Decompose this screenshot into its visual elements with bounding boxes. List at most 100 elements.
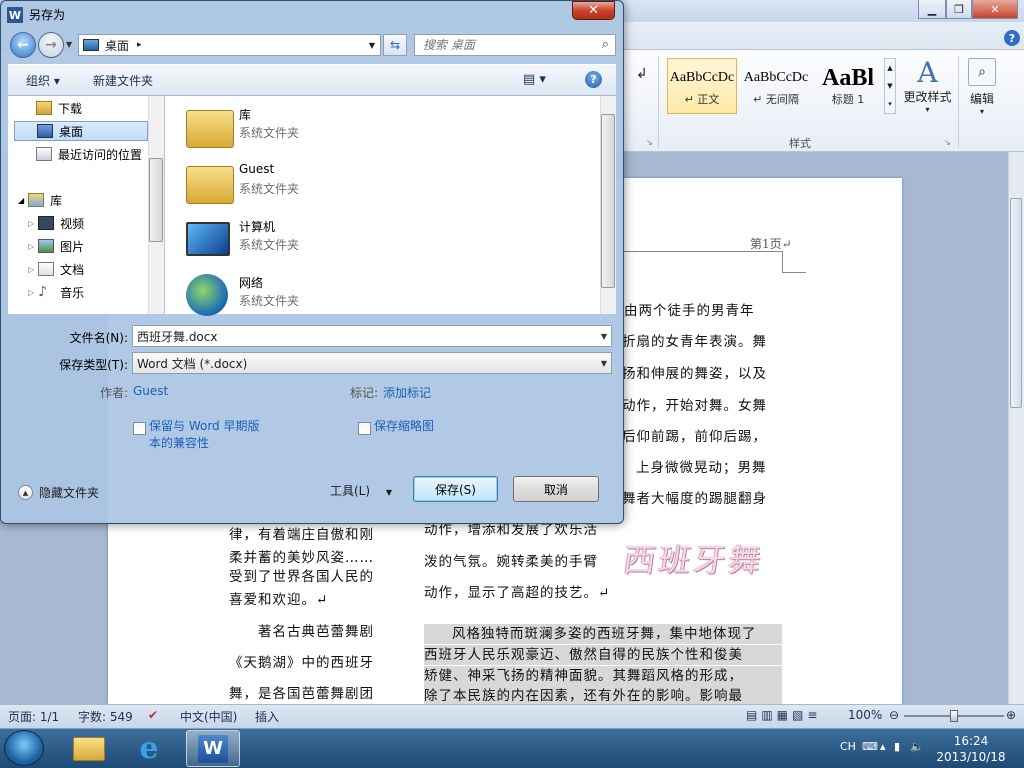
styles-scroll[interactable]: ▲ ▼ ▾ bbox=[884, 58, 896, 114]
start-button[interactable] bbox=[4, 730, 44, 766]
help-icon[interactable]: ? bbox=[1004, 30, 1020, 46]
file-item-network[interactable]: 网络 系统文件夹 bbox=[186, 272, 486, 320]
zoom-slider-knob[interactable] bbox=[950, 710, 958, 722]
collapsed-arrow-icon[interactable]: ▷ bbox=[28, 288, 34, 297]
network-tray-icon[interactable]: ▮ bbox=[894, 740, 900, 753]
minimize-button[interactable]: ▁ bbox=[918, 0, 946, 19]
file-item-library[interactable]: 库 系统文件夹 bbox=[186, 104, 486, 152]
clock[interactable]: 16:24 2013/10/18 bbox=[926, 733, 1016, 765]
nav-item-recent[interactable]: 最近访问的位置 bbox=[14, 144, 148, 164]
search-icon[interactable]: ⌕ bbox=[602, 37, 609, 52]
cancel-button[interactable]: 取消 bbox=[513, 476, 599, 502]
help-button[interactable]: ? bbox=[585, 71, 602, 88]
filetype-select[interactable]: Word 文档 (*.docx) ▼ bbox=[132, 352, 612, 374]
forward-button[interactable]: → bbox=[38, 32, 64, 58]
zoom-in-icon[interactable]: ⊕ bbox=[1006, 708, 1016, 722]
expanded-arrow-icon[interactable]: ◢ bbox=[18, 196, 24, 205]
maximize-button[interactable]: ❐ bbox=[946, 0, 972, 19]
zoom-out-icon[interactable]: ⊖ bbox=[889, 708, 899, 722]
paragraph-mark-icon[interactable]: ↲ bbox=[636, 66, 648, 82]
ribbon-separator bbox=[658, 56, 659, 148]
compat-checkbox-label[interactable]: 保留与 Word 早期版 本的兼容性 bbox=[149, 418, 259, 452]
nav-item-downloads[interactable]: 下载 bbox=[14, 98, 148, 118]
collapsed-arrow-icon[interactable]: ▷ bbox=[28, 219, 34, 228]
styles-group-label: 样式 bbox=[789, 137, 811, 150]
new-folder-button[interactable]: 新建文件夹 bbox=[93, 72, 153, 89]
filetype-value: Word 文档 (*.docx) bbox=[137, 356, 248, 371]
doc-text-line: 舞，是各国芭蕾舞剧团 bbox=[229, 686, 374, 702]
status-page[interactable]: 页面: 1/1 bbox=[8, 708, 59, 725]
breadcrumb-chevron-icon[interactable]: ▸ bbox=[137, 40, 142, 50]
refresh-button[interactable]: ⇆ bbox=[383, 34, 407, 56]
edit-button[interactable]: ⌕ 编辑 ▾ bbox=[962, 58, 1002, 116]
file-type: 系统文件夹 bbox=[239, 126, 300, 140]
recent-pages-dropdown[interactable]: ▼ bbox=[66, 40, 72, 49]
doc-text-line: 泼的气氛。婉转柔美的手臂 bbox=[424, 554, 598, 570]
collapse-arrow-icon: ▲ bbox=[18, 485, 33, 500]
collapsed-arrow-icon[interactable]: ▷ bbox=[28, 265, 34, 274]
nav-item-libraries[interactable]: ◢ 库 bbox=[14, 190, 148, 210]
collapsed-arrow-icon[interactable]: ▷ bbox=[28, 242, 34, 251]
nav-item-label: 文档 bbox=[60, 262, 85, 277]
file-list-scroll-thumb[interactable] bbox=[601, 114, 615, 288]
style-heading-1[interactable]: AaBl 标题 1 bbox=[813, 58, 883, 114]
nav-item-desktop[interactable]: 桌面 bbox=[14, 121, 148, 141]
wordart-title[interactable]: 西班牙舞 bbox=[621, 535, 767, 581]
taskbar-ie[interactable]: e bbox=[122, 730, 176, 767]
dialog-launcher-icon[interactable]: ↘ bbox=[944, 138, 951, 147]
scroll-thumb[interactable] bbox=[1010, 198, 1022, 408]
tags-value[interactable]: 添加标记 bbox=[383, 384, 431, 401]
chevron-down-icon[interactable]: ▼ bbox=[601, 332, 607, 341]
desktop-icon bbox=[83, 39, 99, 51]
change-styles-button[interactable]: A 更改样式 ▾ bbox=[900, 58, 955, 115]
thumbnail-checkbox[interactable] bbox=[358, 422, 371, 435]
tools-button[interactable]: 工具(L) ▼ bbox=[330, 482, 392, 499]
file-name: 计算机 bbox=[239, 220, 276, 234]
tray-expand-icon[interactable]: ▴ bbox=[880, 740, 886, 753]
address-location[interactable]: 桌面 bbox=[105, 37, 129, 54]
word-icon: W bbox=[7, 7, 23, 23]
view-options-icon[interactable]: ▤ ▾ bbox=[523, 72, 546, 87]
style-normal[interactable]: AaBbCcDc ↵ 正文 bbox=[667, 58, 737, 114]
style-no-spacing[interactable]: AaBbCcDc ↵ 无间隔 bbox=[741, 58, 811, 114]
doc-text-line: 后仰前踢，前仰后踢， bbox=[622, 429, 767, 445]
nav-item-documents[interactable]: ▷ 文档 bbox=[14, 259, 148, 279]
chevron-down-icon[interactable]: ▼ bbox=[601, 359, 607, 368]
nav-item-music[interactable]: ▷ ♪ 音乐 bbox=[14, 282, 148, 302]
file-item-guest[interactable]: Guest 系统文件夹 bbox=[186, 160, 486, 208]
address-bar[interactable]: 桌面 ▸ ▼ bbox=[78, 34, 381, 56]
author-value[interactable]: Guest bbox=[133, 384, 168, 398]
input-language[interactable]: CH bbox=[840, 740, 856, 753]
search-input[interactable] bbox=[423, 38, 593, 52]
zoom-level[interactable]: 100% bbox=[848, 708, 882, 722]
nav-scroll-thumb[interactable] bbox=[149, 158, 163, 242]
filename-field[interactable]: 西班牙舞.docx ▼ bbox=[132, 325, 612, 347]
nav-item-videos[interactable]: ▷ 视频 bbox=[14, 213, 148, 233]
compat-checkbox[interactable] bbox=[133, 422, 146, 435]
thumbnail-checkbox-label[interactable]: 保存缩略图 bbox=[374, 418, 434, 435]
organize-button[interactable]: 组织 ▾ bbox=[26, 72, 60, 89]
volume-icon[interactable]: 🔈 bbox=[910, 740, 924, 753]
status-insert-mode[interactable]: 插入 bbox=[255, 708, 279, 725]
status-language[interactable]: 中文(中国) bbox=[180, 708, 237, 725]
proofing-icon[interactable]: ✔ bbox=[148, 708, 158, 722]
taskbar-explorer[interactable] bbox=[62, 730, 116, 767]
shaded-text-line: 西班牙人民乐观豪迈、傲然自得的民族个性和俊美 bbox=[424, 645, 782, 665]
view-buttons-icon[interactable]: ▤▥▦▧≡ bbox=[746, 708, 821, 722]
word-close-button[interactable]: ✕ bbox=[972, 0, 1018, 19]
file-item-computer[interactable]: 计算机 系统文件夹 bbox=[186, 216, 486, 264]
chevron-down-icon[interactable]: ▼ bbox=[369, 41, 375, 50]
back-button[interactable]: ← bbox=[10, 32, 36, 58]
save-button[interactable]: 保存(S) bbox=[413, 476, 498, 502]
close-button[interactable]: ✕ bbox=[572, 1, 615, 20]
compat-label-line: 本的兼容性 bbox=[149, 436, 210, 450]
filename-value[interactable]: 西班牙舞.docx bbox=[137, 328, 217, 345]
taskbar-word[interactable]: W bbox=[186, 730, 240, 767]
doc-text-line: 《天鹅湖》中的西班牙 bbox=[229, 655, 374, 671]
hide-folders-button[interactable]: ▲ 隐藏文件夹 bbox=[18, 484, 99, 501]
keyboard-icon[interactable]: ⌨ bbox=[862, 740, 878, 753]
dialog-launcher-icon[interactable]: ↘ bbox=[646, 138, 653, 147]
search-box[interactable]: ⌕ bbox=[414, 34, 616, 56]
status-word-count[interactable]: 字数: 549 bbox=[78, 708, 133, 725]
nav-item-pictures[interactable]: ▷ 图片 bbox=[14, 236, 148, 256]
